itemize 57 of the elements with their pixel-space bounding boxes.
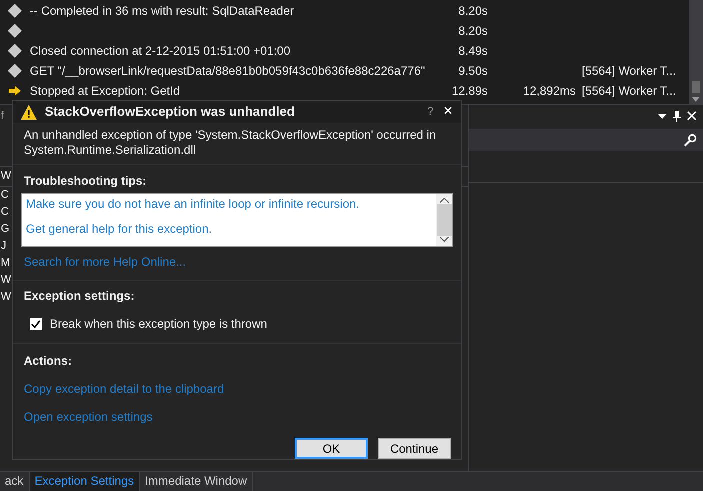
list-item[interactable]: G bbox=[0, 221, 10, 238]
search-field[interactable] bbox=[469, 129, 703, 151]
search-icon[interactable] bbox=[684, 134, 697, 146]
dialog-button[interactable]: OK bbox=[295, 438, 368, 459]
list-item[interactable]: W bbox=[0, 289, 12, 306]
settings-heading: Exception settings: bbox=[23, 288, 136, 305]
diamond-icon bbox=[7, 23, 23, 39]
scroll-down-icon[interactable] bbox=[692, 97, 700, 102]
event-thread: [5564] Worker T... bbox=[582, 63, 676, 80]
tip-link[interactable]: Make sure you do not have an infinite loop or infinite recursion. bbox=[26, 195, 436, 214]
panel-header: f bbox=[0, 108, 4, 124]
event-time: 8.49s bbox=[458, 43, 488, 60]
arrow-icon bbox=[9, 86, 21, 96]
pin-icon[interactable] bbox=[673, 110, 681, 122]
warning-icon bbox=[21, 104, 37, 120]
dialog-button[interactable]: Continue bbox=[378, 438, 451, 459]
close-button[interactable]: × bbox=[444, 104, 453, 120]
event-time: 9.50s bbox=[458, 63, 488, 80]
checkbox-label: Break when this exception type is thrown bbox=[50, 316, 268, 333]
dialog-title: StackOverflowException was unhandled bbox=[45, 103, 296, 122]
search-help-link[interactable]: Search for more Help Online... bbox=[13, 253, 461, 281]
scrollbar-thumb[interactable] bbox=[692, 81, 700, 93]
column-header: W bbox=[0, 169, 12, 184]
action-link[interactable]: Copy exception detail to the clipboard bbox=[13, 380, 236, 398]
scrollbar[interactable] bbox=[689, 0, 703, 104]
event-time: 8.20s bbox=[458, 3, 488, 20]
break-checkbox[interactable] bbox=[30, 318, 42, 330]
event-duration: 12,892ms bbox=[523, 83, 576, 100]
exception-message: An unhandled exception of type 'System.StackOverflowException' occurred in System.Runtime.Serialization.dll bbox=[13, 123, 461, 166]
scroll-down-icon[interactable] bbox=[440, 236, 448, 242]
event-description: Stopped at Exception: GetId bbox=[30, 84, 180, 98]
check-icon bbox=[31, 320, 41, 328]
list-item[interactable]: C bbox=[0, 204, 9, 221]
list-item[interactable]: C bbox=[0, 187, 9, 204]
list-item[interactable]: J bbox=[0, 238, 6, 255]
event-description: GET "/__browserLink/requestData/88e81b0b059f43c0b636fe88c226a776" bbox=[30, 64, 426, 78]
scrollbar[interactable] bbox=[436, 194, 452, 246]
dropdown-icon[interactable] bbox=[658, 114, 667, 118]
tip-link[interactable]: Get general help for this exception. bbox=[26, 220, 436, 238]
diamond-icon bbox=[7, 3, 23, 19]
panel-tab[interactable]: Immediate Window bbox=[140, 472, 254, 491]
tips-heading: Troubleshooting tips: bbox=[23, 173, 148, 190]
event-description: -- Completed in 36 ms with result: SqlDataReader bbox=[30, 4, 294, 18]
scroll-up-icon[interactable] bbox=[440, 198, 448, 204]
diamond-icon bbox=[7, 43, 23, 59]
diamond-icon bbox=[7, 63, 23, 79]
event-description: Closed connection at 2-12-2015 01:51:00 +01:00 bbox=[30, 44, 291, 58]
event-time: 8.20s bbox=[458, 23, 488, 40]
list-item[interactable]: W bbox=[0, 272, 12, 289]
action-link[interactable]: Open exception settings bbox=[13, 408, 164, 426]
close-icon[interactable] bbox=[687, 111, 697, 121]
panel-tab[interactable]: Exception Settings bbox=[30, 472, 140, 491]
list-item[interactable]: M bbox=[0, 255, 10, 272]
help-button[interactable]: ? bbox=[428, 104, 434, 120]
actions-heading: Actions: bbox=[23, 353, 73, 370]
event-time: 12.89s bbox=[452, 83, 488, 100]
event-thread: [5564] Worker T... bbox=[582, 83, 676, 100]
